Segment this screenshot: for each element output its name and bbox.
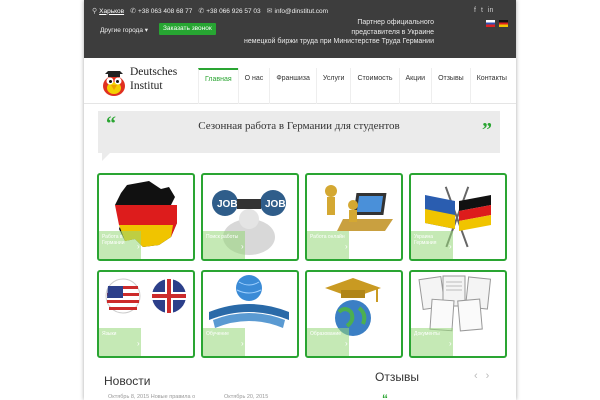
tile-label: Документы [411, 328, 453, 356]
linkedin-icon[interactable]: in [488, 7, 493, 14]
facebook-icon[interactable]: f [474, 7, 476, 14]
menu-item-services[interactable]: Услуги [315, 68, 351, 104]
site-logo[interactable]: Deutsches Institut [100, 66, 190, 98]
page: ⚲ Харьков ✆ +38 063 408 68 77 ✆ +38 066 926… [84, 0, 516, 400]
parrot-mascot-icon [103, 71, 125, 96]
location-pin-icon: ⚲ [92, 8, 98, 15]
social-links: f t in [474, 7, 493, 14]
email-icon: ✉ [266, 8, 273, 15]
menu-item-reviews[interactable]: Отзывы [431, 68, 470, 104]
menu-item-about[interactable]: О нас [237, 68, 270, 104]
close-quote-icon: ” [482, 119, 492, 141]
chevron-right-icon: › [137, 339, 140, 348]
phone-icon: ✆ [130, 8, 136, 15]
tile-documents[interactable]: Документы › [409, 270, 507, 358]
chevron-right-icon: › [241, 242, 244, 251]
tile-label: Обучение [203, 328, 245, 356]
phone-2[interactable]: +38 066 926 57 03 [206, 8, 260, 15]
chevron-right-icon: › [345, 339, 348, 348]
reviews-nav: ‹ › [474, 370, 489, 382]
phone-1[interactable]: +38 063 408 68 77 [138, 8, 192, 15]
tile-germany[interactable]: Работа в Германии › [97, 173, 195, 261]
partner-line-3: немецкой биржи труда при Министерстве Тр… [244, 38, 434, 45]
chevron-right-icon: › [137, 242, 140, 251]
banner: “ Сезонная работа в Германии для студент… [98, 111, 500, 153]
contact-line: ⚲ Харьков ✆ +38 063 408 68 77 ✆ +38 066 926… [92, 7, 329, 16]
logo-line-2: Institut [130, 79, 163, 92]
svg-text:JOB: JOB [265, 199, 286, 210]
twitter-icon[interactable]: t [481, 7, 483, 14]
partner-line-1: Партнер официального [357, 19, 434, 26]
phone-icon: ✆ [198, 8, 205, 15]
news-meta-1[interactable]: Октябрь 8, 2015 Новые правила о [108, 394, 195, 400]
tile-label: Поиск работы [203, 231, 245, 259]
menu-item-promotions[interactable]: Акции [398, 68, 432, 104]
news-heading: Новости [104, 374, 151, 388]
tile-job-search[interactable]: JOB JOB Поиск работы › [201, 173, 299, 261]
tile-label: Работа онлайн [307, 231, 349, 259]
reviews-heading: Отзывы [375, 370, 419, 384]
partner-line-2: представителя в Украине [351, 28, 434, 36]
tile-online[interactable]: Работа онлайн › [305, 173, 403, 261]
chevron-right-icon: › [449, 242, 452, 251]
tile-study[interactable]: Обучение › [201, 270, 299, 358]
email-link[interactable]: info@dinstitut.com [275, 8, 329, 15]
tile-ua-de[interactable]: Украина Германия › [409, 173, 507, 261]
tile-label: Образование [307, 328, 349, 356]
chevron-right-icon: › [241, 339, 244, 348]
partner-text: Партнер официального представителя в Укр… [194, 18, 434, 47]
svg-text:JOB: JOB [217, 199, 238, 210]
tile-education[interactable]: Образование › [305, 270, 403, 358]
russian-flag-icon[interactable] [486, 20, 495, 27]
other-cities-dropdown[interactable]: Другие города ▾ [100, 26, 148, 34]
city-link[interactable]: Харьков [99, 8, 124, 15]
tile-label: Украина Германия [411, 231, 453, 259]
menu-item-franchise[interactable]: Франшиза [269, 68, 316, 104]
tile-label: Работа в Германии [99, 231, 141, 259]
german-flag-icon[interactable] [499, 20, 508, 27]
chevron-left-icon[interactable]: ‹ [474, 370, 478, 382]
menu-item-contacts[interactable]: Контакты [469, 68, 513, 104]
banner-tail [102, 153, 114, 161]
language-switcher [486, 20, 508, 27]
tile-label: Языки [99, 328, 141, 356]
main-nav: Deutsches Institut Главная О нас Франшиз… [84, 58, 516, 104]
menu-item-home[interactable]: Главная [198, 68, 238, 104]
menu: Главная О нас Франшиза Услуги Стоимость … [198, 68, 513, 104]
tile-languages[interactable]: Языки › [97, 270, 195, 358]
top-bar: ⚲ Харьков ✆ +38 063 408 68 77 ✆ +38 066 926… [84, 0, 516, 58]
menu-item-prices[interactable]: Стоимость [350, 68, 398, 104]
review-quote-icon: “ [382, 392, 388, 400]
logo-text: Deutsches Institut [130, 66, 177, 93]
banner-text: Сезонная работа в Германии для студентов [198, 120, 400, 132]
chevron-right-icon: › [449, 339, 452, 348]
chevron-right-icon[interactable]: › [486, 370, 490, 382]
logo-line-1: Deutsches [130, 66, 178, 78]
chevron-right-icon: › [345, 242, 348, 251]
news-meta-2[interactable]: Октябрь 20, 2015 [224, 394, 268, 400]
